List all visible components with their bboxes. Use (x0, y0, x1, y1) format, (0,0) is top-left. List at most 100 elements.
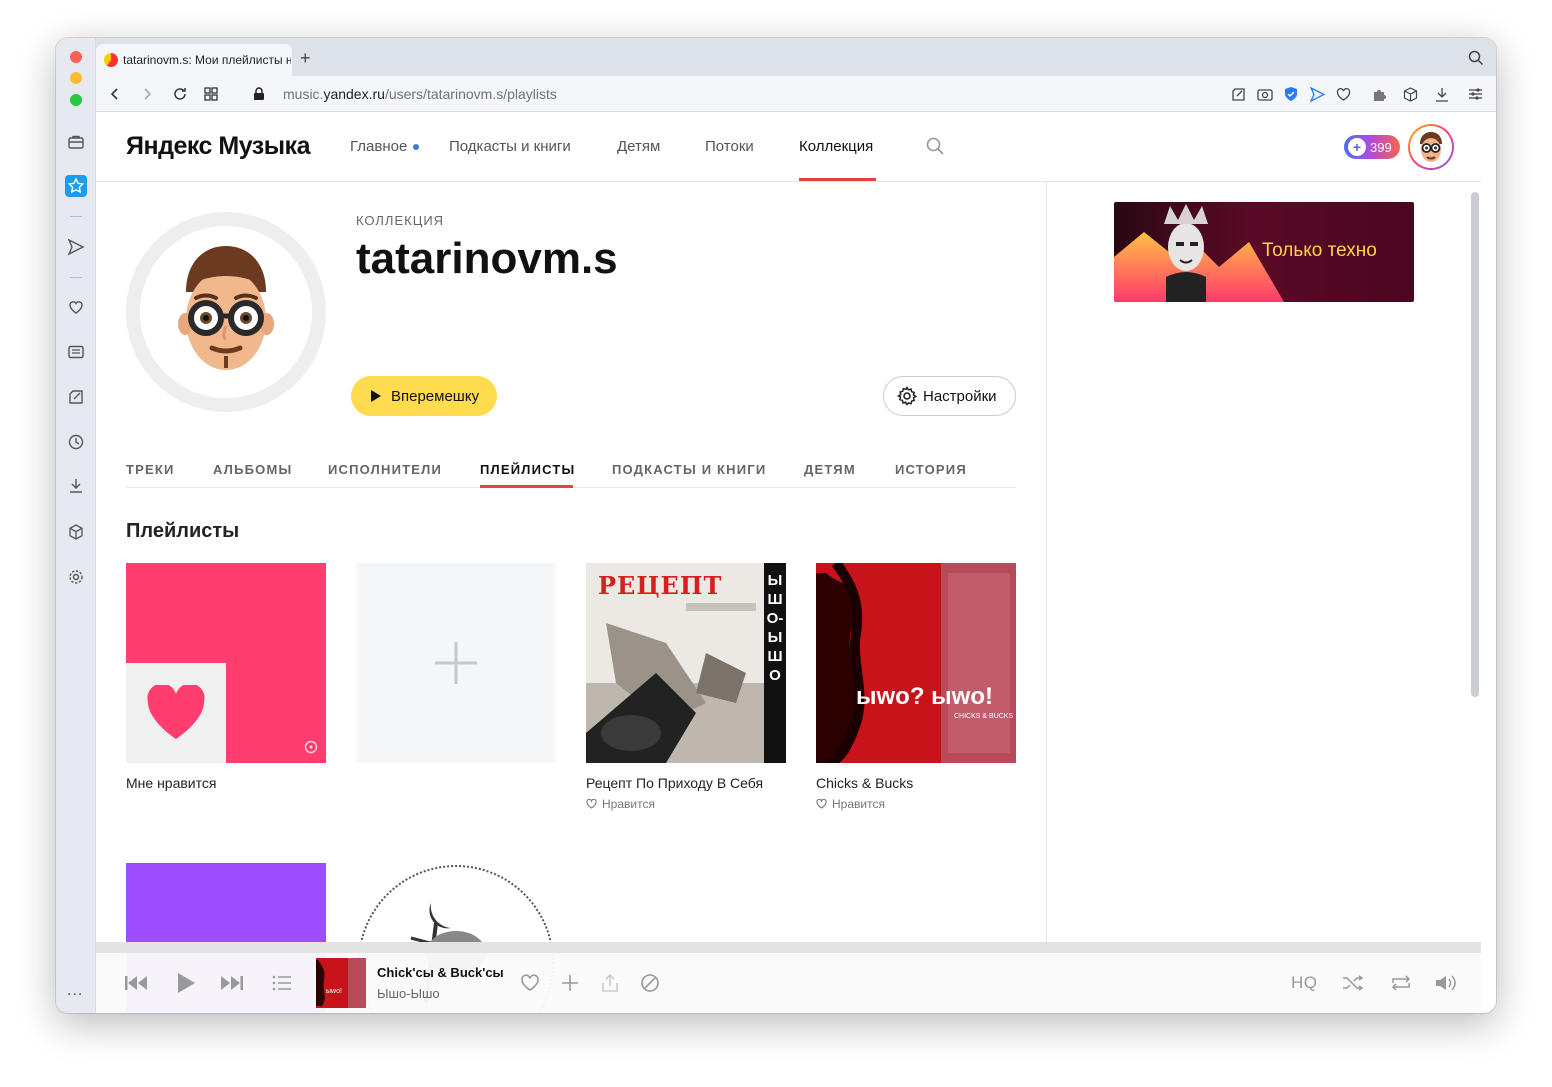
tab-artists[interactable]: ИСПОЛНИТЕЛИ (328, 462, 442, 477)
briefcase-icon[interactable] (65, 131, 87, 153)
browser-window: ... tatarinovm.s: Мои плейлисты на Я + m… (56, 38, 1496, 1013)
playlist-card-create[interactable] (356, 563, 556, 763)
like-heart-icon[interactable] (517, 971, 543, 995)
next-track-icon[interactable] (219, 971, 245, 995)
shuffle-button[interactable]: Вперемешку (351, 376, 497, 416)
playlist-card-recept[interactable]: РЕЦЕПТ ЫШО-ЫШО Рецепт По Приходу В Себя … (586, 563, 786, 811)
downloads-icon[interactable] (65, 475, 87, 497)
shuffle-icon[interactable] (1340, 971, 1366, 995)
address-bar: music.yandex.ru/users/tatarinovm.s/playl… (96, 76, 1496, 112)
now-playing-artist[interactable]: Ышо-Ышо (377, 986, 440, 1001)
tab-history[interactable]: ИСТОРИЯ (895, 462, 967, 477)
puzzle-extension-icon[interactable] (1370, 85, 1388, 103)
more-icon[interactable]: ... (67, 982, 83, 1000)
reload-icon[interactable] (171, 85, 189, 103)
yandex-music-favicon-icon (104, 53, 118, 67)
settings-button[interactable]: Настройки (883, 376, 1016, 416)
playlist-like-status[interactable]: Нравится (586, 797, 786, 811)
extensions-cube-icon[interactable] (65, 521, 87, 543)
repeat-icon[interactable] (1388, 971, 1414, 995)
queue-list-icon[interactable] (269, 971, 295, 995)
page-caption: КОЛЛЕКЦИЯ (356, 213, 445, 228)
content-divider (1046, 182, 1047, 942)
playlist-title[interactable]: Chicks & Bucks (816, 775, 1016, 791)
speed-dial-grid-icon[interactable] (202, 85, 220, 103)
block-icon[interactable] (637, 971, 663, 995)
nav-main[interactable]: Главное (350, 138, 420, 155)
new-tab-button[interactable]: + (300, 48, 311, 69)
tab-title: tatarinovm.s: Мои плейлисты на Я (123, 53, 291, 67)
now-playing-title[interactable]: Chick'сы & Buck'сы (377, 965, 504, 980)
heart-icon[interactable] (65, 296, 87, 318)
tab-tracks[interactable]: ТРЕКИ (126, 462, 175, 477)
playlist-cover[interactable]: РЕЦЕПТ ЫШО-ЫШО (586, 563, 786, 763)
download-icon[interactable] (1433, 85, 1451, 103)
collection-tabs: ТРЕКИ АЛЬБОМЫ ИСПОЛНИТЕЛИ ПЛЕЙЛИСТЫ ПОДК… (126, 462, 1016, 488)
plus-points-badge[interactable]: +399 (1344, 135, 1400, 159)
camera-icon[interactable] (1256, 85, 1274, 103)
tab-active[interactable]: tatarinovm.s: Мои плейлисты на Я (96, 44, 292, 76)
back-arrow-icon[interactable] (106, 85, 124, 103)
nav-podcasts[interactable]: Подкасты и книги (449, 138, 571, 155)
heart-outline-icon (816, 799, 827, 809)
promo-text: Только техно (1262, 240, 1377, 261)
send-tab-icon[interactable] (1308, 85, 1326, 103)
page-scrollbar[interactable] (1471, 192, 1479, 697)
settings-gear-icon[interactable] (65, 566, 87, 588)
close-window-button[interactable] (70, 51, 82, 63)
history-clock-icon[interactable] (65, 431, 87, 453)
playlist-cover[interactable]: ыwo? ыwo! CHICKS & BUCKS (816, 563, 1016, 763)
previous-track-icon[interactable] (123, 971, 149, 995)
box-icon[interactable] (1401, 85, 1419, 103)
zoom-window-button[interactable] (70, 94, 82, 106)
tab-kids[interactable]: ДЕТЯМ (804, 462, 856, 477)
bookmarks-star-icon[interactable] (65, 175, 87, 197)
vpn-shield-icon[interactable] (1282, 85, 1300, 103)
site-header: Яндекс Музыка Главное Подкасты и книги Д… (96, 112, 1481, 182)
volume-icon[interactable] (1433, 971, 1459, 995)
bookmark-heart-icon[interactable] (1334, 85, 1352, 103)
user-avatar[interactable] (1408, 124, 1454, 170)
nav-collection[interactable]: Коллекция (799, 138, 873, 155)
search-icon[interactable] (926, 137, 944, 160)
playlist-title[interactable]: Мне нравится (126, 775, 326, 791)
player-progress-bar[interactable] (96, 942, 1481, 953)
snapshot-icon[interactable] (1229, 85, 1247, 103)
playlist-title[interactable]: Рецепт По Приходу В Себя (586, 775, 786, 791)
now-playing-cover[interactable]: ыwo! (316, 958, 366, 1008)
promo-banner[interactable]: Только техно (1114, 202, 1414, 302)
forward-arrow-icon[interactable] (138, 85, 156, 103)
hq-toggle[interactable]: HQ (1291, 973, 1318, 993)
plus-icon: + (1348, 138, 1366, 156)
tab-albums[interactable]: АЛЬБОМЫ (213, 462, 292, 477)
tab-search-icon[interactable] (1468, 50, 1484, 71)
url-field[interactable]: music.yandex.ru/users/tatarinovm.s/playl… (283, 86, 557, 102)
playlist-cover[interactable] (126, 563, 326, 763)
minimize-window-button[interactable] (70, 72, 82, 84)
nav-streams[interactable]: Потоки (705, 138, 754, 155)
share-icon[interactable] (597, 971, 623, 995)
create-playlist-button[interactable] (356, 563, 556, 763)
tab-bar: tatarinovm.s: Мои плейлисты на Я + (96, 38, 1496, 76)
tab-playlists[interactable]: ПЛЕЙЛИСТЫ (480, 462, 575, 477)
easy-setup-sliders-icon[interactable] (1466, 85, 1484, 103)
send-icon[interactable] (65, 236, 87, 258)
playlist-card-likes[interactable]: Мне нравится (126, 563, 326, 791)
play-icon[interactable] (173, 971, 199, 995)
yandex-music-logo[interactable]: Яндекс Музыка (126, 132, 310, 161)
playlist-card-chicks-bucks[interactable]: ыwo? ыwo! CHICKS & BUCKS Chicks & Bucks … (816, 563, 1016, 811)
nav-active-underline (799, 178, 876, 181)
nav-kids[interactable]: Детям (617, 138, 660, 155)
page-title: tatarinovm.s (356, 234, 618, 283)
gear-icon (897, 386, 917, 406)
playlist-like-status[interactable]: Нравится (816, 797, 1016, 811)
lock-icon[interactable] (253, 87, 265, 106)
plus-icon (435, 642, 477, 684)
notes-icon[interactable] (65, 386, 87, 408)
reading-list-icon[interactable] (65, 341, 87, 363)
section-title: Плейлисты (126, 520, 240, 542)
add-plus-icon[interactable] (557, 971, 583, 995)
player-bar: ыwo! Chick'сы & Buck'сы Ышо-Ышо HQ (96, 953, 1481, 1013)
yandex-music-small-icon (304, 740, 318, 754)
tab-podcasts-books[interactable]: ПОДКАСТЫ И КНИГИ (612, 462, 766, 477)
